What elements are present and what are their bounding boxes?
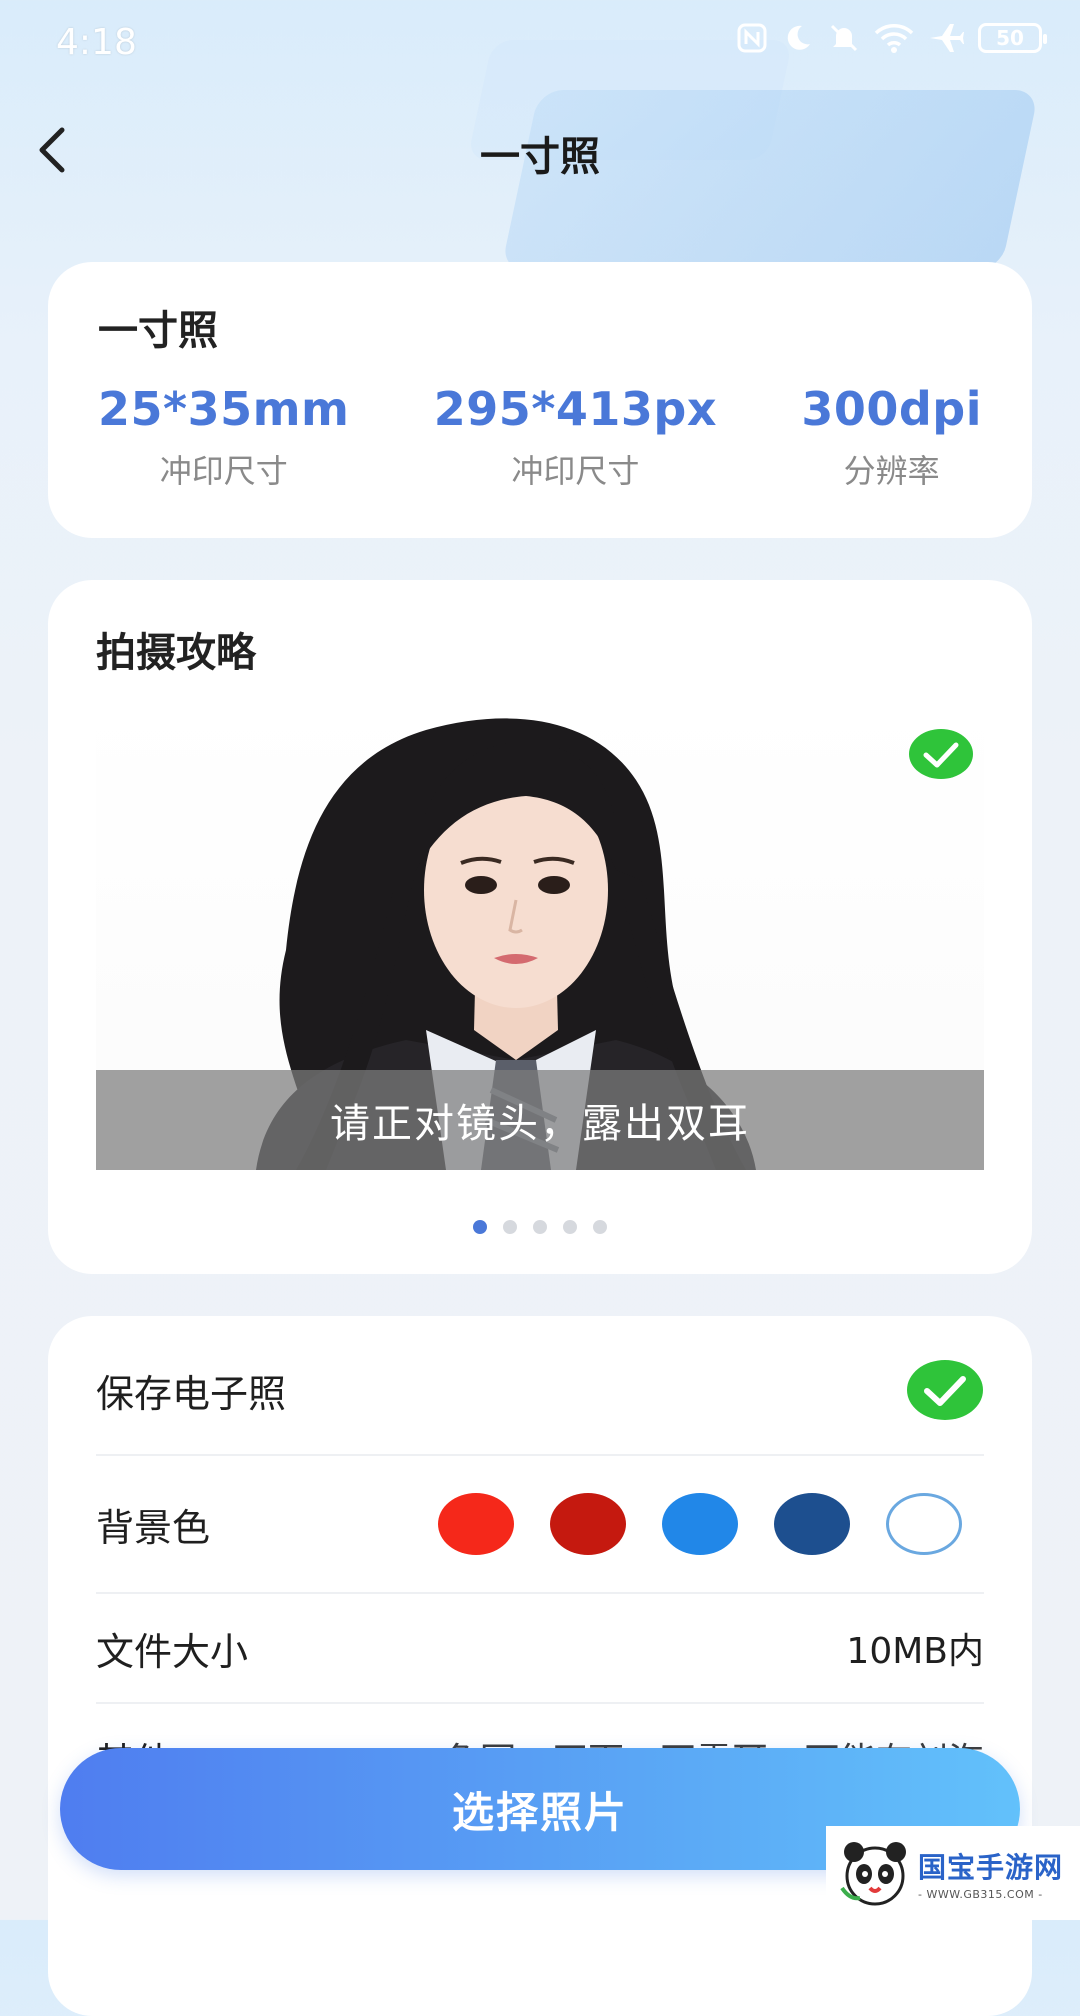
battery-icon: 50 — [978, 23, 1047, 53]
mute-icon — [828, 22, 860, 54]
nfc-icon — [736, 22, 768, 54]
spec-item-resolution: 300dpi 分辨率 — [801, 382, 982, 492]
spec-item-print-size-px: 295*413px 冲印尺寸 — [434, 382, 717, 492]
watermark: 国宝手游网 - WWW.GB315.COM - — [826, 1826, 1080, 1920]
color-swatch-dark-red[interactable] — [550, 1493, 626, 1555]
carousel-dot[interactable] — [473, 1220, 487, 1234]
color-swatch-blue[interactable] — [662, 1493, 738, 1555]
color-swatch-dark-blue[interactable] — [774, 1493, 850, 1555]
carousel-dot[interactable] — [563, 1220, 577, 1234]
panda-logo-icon — [840, 1842, 906, 1906]
status-time: 4:18 — [56, 22, 137, 63]
color-swatch-red[interactable] — [438, 1493, 514, 1555]
watermark-main: 国宝手游网 — [918, 1850, 1064, 1884]
save-electronic-photo-label: 保存电子照 — [96, 1371, 287, 1416]
header: 一寸照 — [0, 100, 1080, 200]
moon-icon — [782, 22, 814, 54]
guide-caption: 请正对镜头，露出双耳 — [96, 1070, 984, 1170]
color-swatch-white[interactable] — [886, 1493, 962, 1555]
carousel-dots — [48, 1220, 1032, 1234]
page-title: 一寸照 — [480, 134, 600, 180]
guide-carousel-image[interactable]: 请正对镜头，露出双耳 — [96, 700, 984, 1170]
watermark-sub: - WWW.GB315.COM - — [918, 1887, 1043, 1901]
check-circle-icon[interactable] — [906, 1359, 984, 1421]
guide-card-title: 拍摄攻略 — [96, 630, 256, 676]
background-color-label: 背景色 — [96, 1505, 211, 1550]
file-size-label: 文件大小 — [96, 1629, 249, 1674]
guide-card: 拍摄攻略 请正对镜头，露出双耳 — [48, 580, 1032, 1274]
watermark-text: 国宝手游网 - WWW.GB315.COM - — [918, 1846, 1063, 1901]
status-icons: 50 — [736, 22, 1047, 54]
color-swatches — [438, 1493, 962, 1555]
spec-value: 295*413px — [433, 382, 717, 436]
spec-card-title: 一寸照 — [98, 308, 218, 354]
spec-value: 25*35mm — [98, 382, 350, 436]
background-color-row: 背景色 — [96, 1456, 984, 1594]
spec-value: 300dpi — [801, 382, 982, 436]
spec-card: 一寸照 25*35mm 冲印尺寸 295*413px 冲印尺寸 300dpi 分… — [48, 262, 1032, 538]
file-size-row: 文件大小 10MB内 — [96, 1594, 984, 1704]
spec-label: 冲印尺寸 — [511, 452, 640, 490]
spec-item-print-size-mm: 25*35mm 冲印尺寸 — [98, 382, 349, 492]
file-size-value: 10MB内 — [846, 1631, 984, 1672]
spec-label: 分辨率 — [843, 452, 940, 490]
wifi-icon — [874, 22, 914, 54]
check-circle-icon — [909, 729, 973, 779]
carousel-dot[interactable] — [593, 1220, 607, 1234]
spec-label: 冲印尺寸 — [159, 452, 288, 490]
save-electronic-photo-row[interactable]: 保存电子照 — [96, 1316, 984, 1456]
status-bar: 4:18 50 — [0, 0, 1080, 90]
carousel-dot[interactable] — [503, 1220, 517, 1234]
carousel-dot[interactable] — [533, 1220, 547, 1234]
spec-row: 25*35mm 冲印尺寸 295*413px 冲印尺寸 300dpi 分辨率 — [98, 382, 982, 492]
airplane-icon — [928, 22, 964, 54]
